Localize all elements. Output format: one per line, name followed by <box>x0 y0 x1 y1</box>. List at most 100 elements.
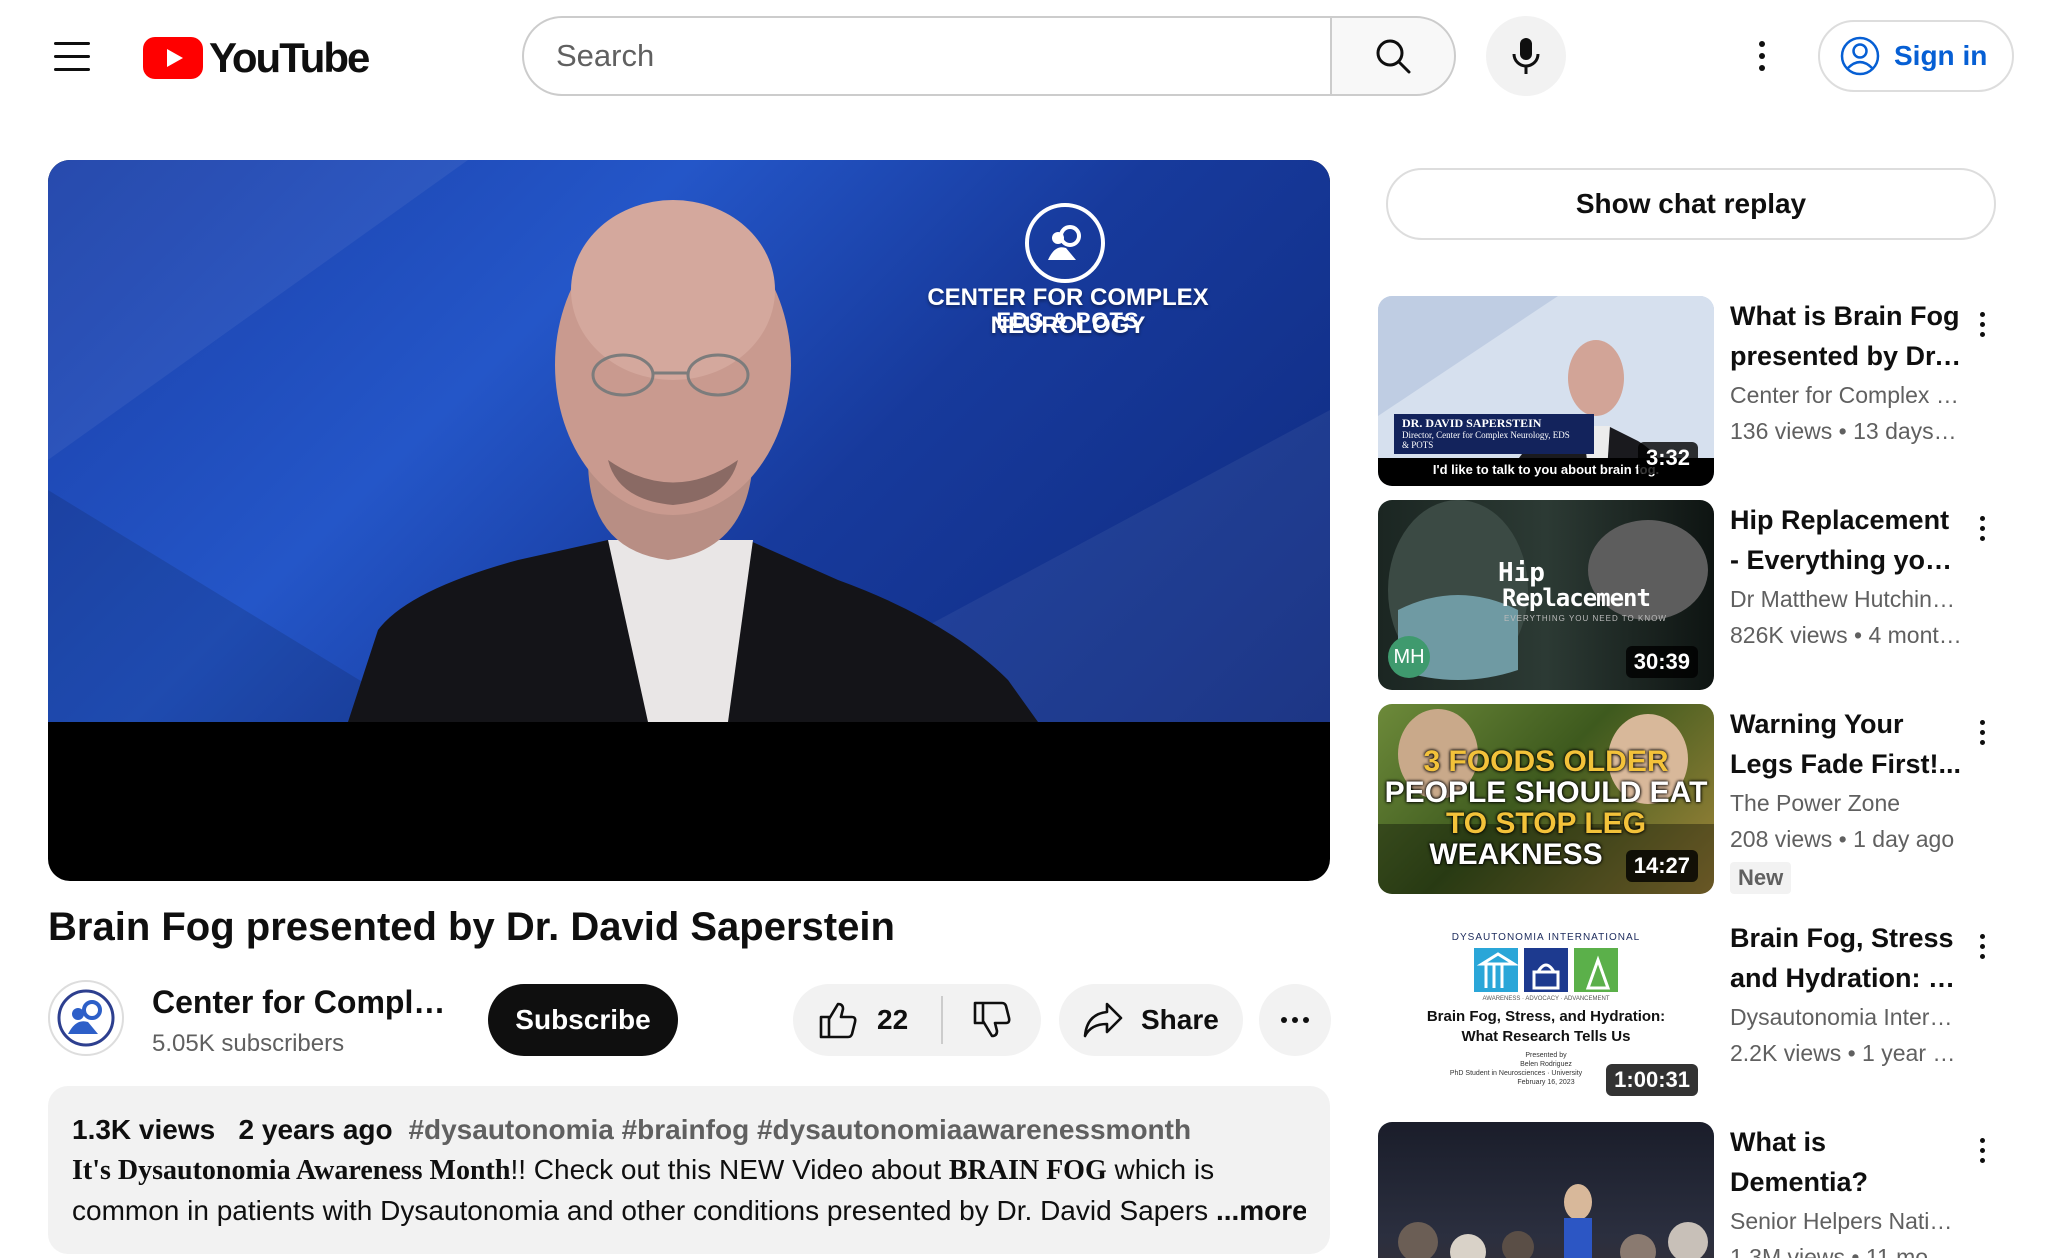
recommendation-title: Warning Your Legs Fade First!... <box>1730 709 1962 779</box>
recommendation-item[interactable]: 3 FOODS OLDER PEOPLE SHOULD EAT TO STOP … <box>1378 704 1998 894</box>
more-vert-icon <box>1979 933 1985 939</box>
recommendation-item[interactable]: Hip Replacement EVERYTHING YOU NEED TO K… <box>1378 500 1998 690</box>
like-dislike-group: 22 <box>793 984 1041 1056</box>
subscriber-count: 5.05K subscribers <box>152 1030 345 1057</box>
presenter-figure <box>348 200 1038 722</box>
video-frame: CENTER FOR COMPLEX NEUROLOGY EDS & POTS <box>48 160 1330 722</box>
show-chat-replay-button[interactable]: Show chat replay <box>1386 168 1996 240</box>
guide-menu-button[interactable] <box>40 28 104 84</box>
recommendation-meta: 136 views • 13 days ago <box>1730 418 1962 444</box>
description-line-1: It's Dysautonomia Awareness Month!! Chec… <box>72 1154 1215 1186</box>
thumbnail-text: EVERYTHING YOU NEED TO KNOW <box>1504 614 1667 623</box>
recommendation-menu-button[interactable] <box>1970 1130 1994 1170</box>
video-thumbnail[interactable]: 3 FOODS OLDER PEOPLE SHOULD EAT TO STOP … <box>1378 704 1714 894</box>
recommendation-meta: 1.3M views • 11 months ago <box>1730 1244 1962 1258</box>
owner-row: Center for Complex Neurology, EDS & POTS… <box>48 980 1331 1076</box>
like-button[interactable]: 22 <box>793 984 941 1056</box>
recommendation-title: Brain Fog, Stress and Hydration: What Re… <box>1730 923 1962 993</box>
description-meta: 1.3K views 2 years ago #dysautonomia #br… <box>72 1110 1306 1150</box>
dislike-button[interactable] <box>943 984 1041 1056</box>
youtube-play-icon <box>143 37 203 79</box>
hamburger-icon <box>54 41 90 45</box>
more-vert-icon <box>1979 719 1985 725</box>
video-thumbnail[interactable]: Hip Replacement EVERYTHING YOU NEED TO K… <box>1378 500 1714 690</box>
video-thumbnail[interactable]: DR. DAVID SAPERSTEIN Director, Center fo… <box>1378 296 1714 486</box>
thumbnail-pillar-icons <box>1474 948 1618 992</box>
share-button[interactable]: Share <box>1059 984 1243 1056</box>
view-count: 1.3K views <box>72 1114 216 1145</box>
recommendation-channel: The Power Zone <box>1730 790 1901 816</box>
channel-logo-icon <box>57 989 115 1047</box>
youtube-logo[interactable]: YouTube <box>143 34 370 82</box>
recommendation-menu-button[interactable] <box>1970 926 1994 966</box>
description-box[interactable]: 1.3K views 2 years ago #dysautonomia #br… <box>48 1086 1330 1254</box>
recommendation-item[interactable]: DYSAUTONOMIA INTERNATIONAL AWARENESS · A… <box>1378 918 1998 1108</box>
logo-text: YouTube <box>209 34 370 81</box>
more-horiz-icon <box>1281 1017 1287 1023</box>
upload-age: 2 years ago <box>238 1114 393 1145</box>
settings-menu-button[interactable] <box>1742 28 1782 84</box>
thumbnail-text: PEOPLE SHOULD EAT <box>1384 776 1708 809</box>
hashtag-link[interactable]: #dysautonomia <box>408 1114 613 1145</box>
description-line-2: common in patients with Dysautonomia and… <box>72 1195 1306 1226</box>
thumbnail-text: Replacement <box>1502 584 1651 612</box>
thumbnail-pillars: AWARENESS · ADVOCACY · ADVANCEMENT <box>1482 996 1610 1002</box>
video-thumbnail[interactable] <box>1378 1122 1714 1258</box>
share-icon <box>1083 1002 1123 1038</box>
video-title: Brain Fog presented by Dr. David Saperst… <box>48 905 895 949</box>
hashtag-link[interactable]: #dysautonomiaawarenessmonth <box>757 1114 1191 1145</box>
thumbnail-caption-role: Director, Center for Complex Neurology, … <box>1402 430 1570 450</box>
thumbnail-art <box>1398 1184 1708 1258</box>
new-badge: New <box>1730 862 1792 894</box>
recommendation-item[interactable]: What is Dementia? Senior Helpers Nationa… <box>1378 1122 1998 1258</box>
video-thumbnail[interactable]: DYSAUTONOMIA INTERNATIONAL AWARENESS · A… <box>1378 918 1714 1108</box>
recommendation-menu-button[interactable] <box>1970 712 1994 752</box>
org-logo-icon <box>1025 203 1105 283</box>
channel-avatar[interactable] <box>48 980 124 1056</box>
thumbnail-caption-name: DR. DAVID SAPERSTEIN <box>1402 416 1542 430</box>
sign-in-button[interactable]: Sign in <box>1818 20 2014 92</box>
description-highlight: It's Dysautonomia Awareness Month <box>72 1155 511 1186</box>
video-duration: 3:32 <box>1637 442 1698 474</box>
recommendation-channel: Center for Complex Neurology <box>1730 382 1962 408</box>
thumbnail-initials: MH <box>1388 636 1430 678</box>
thumbnail-text: 3 FOODS OLDER <box>1423 745 1669 778</box>
like-count: 22 <box>877 1004 909 1035</box>
recommendation-title: What is Dementia? <box>1730 1127 1869 1197</box>
recommendation-meta: 826K views • 4 months ago <box>1730 622 1962 648</box>
video-duration: 1:00:31 <box>1606 1064 1698 1096</box>
sign-in-label: Sign in <box>1894 40 1988 71</box>
more-vert-icon <box>1759 41 1765 47</box>
search-button[interactable] <box>1330 16 1456 96</box>
thumbnail-org: DYSAUTONOMIA INTERNATIONAL <box>1451 932 1641 943</box>
search-input[interactable] <box>524 18 1332 94</box>
voice-search-button[interactable] <box>1486 16 1566 96</box>
hashtag-link[interactable]: #brainfog <box>622 1114 750 1145</box>
microphone-icon <box>1512 38 1540 74</box>
more-vert-icon <box>1979 311 1985 317</box>
thumbs-up-icon <box>819 1002 857 1039</box>
recommendation-menu-button[interactable] <box>1970 508 1994 548</box>
account-icon <box>1840 36 1880 76</box>
show-more-link[interactable]: ...more <box>1208 1195 1306 1226</box>
recommendation-meta: 208 views • 1 day ago <box>1730 826 1955 852</box>
recommendation-channel: Senior Helpers National <box>1730 1208 1962 1234</box>
more-actions-button[interactable] <box>1259 984 1331 1056</box>
recommendation-channel: Dr Matthew Hutchinson <box>1730 586 1962 612</box>
channel-name-link[interactable]: Center for Complex Neurology, EDS & POTS <box>152 984 452 1021</box>
search-box <box>522 16 1332 96</box>
thumbnail-title: Brain Fog, Stress, and Hydration: <box>1426 1008 1666 1025</box>
recommendation-item[interactable]: DR. DAVID SAPERSTEIN Director, Center fo… <box>1378 296 1998 486</box>
thumbnail-title: What Research Tells Us <box>1461 1028 1631 1045</box>
video-player[interactable]: CENTER FOR COMPLEX NEUROLOGY EDS & POTS <box>48 160 1330 881</box>
recommendation-menu-button[interactable] <box>1970 304 1994 344</box>
overlay-org-subtitle: EDS & POTS <box>996 308 1140 333</box>
description-highlight: BRAIN FOG <box>948 1155 1107 1186</box>
thumbnail-text: TO STOP LEG <box>1445 807 1647 840</box>
search-icon <box>1376 39 1411 74</box>
thumbnail-presented: Presented by <box>1525 1052 1567 1059</box>
recommendation-title: What is Brain Fog presented by Dr. David… <box>1730 301 1962 371</box>
masthead: YouTube Sign in <box>0 0 2048 112</box>
more-vert-icon <box>1979 1137 1985 1143</box>
subscribe-button[interactable]: Subscribe <box>488 984 678 1056</box>
